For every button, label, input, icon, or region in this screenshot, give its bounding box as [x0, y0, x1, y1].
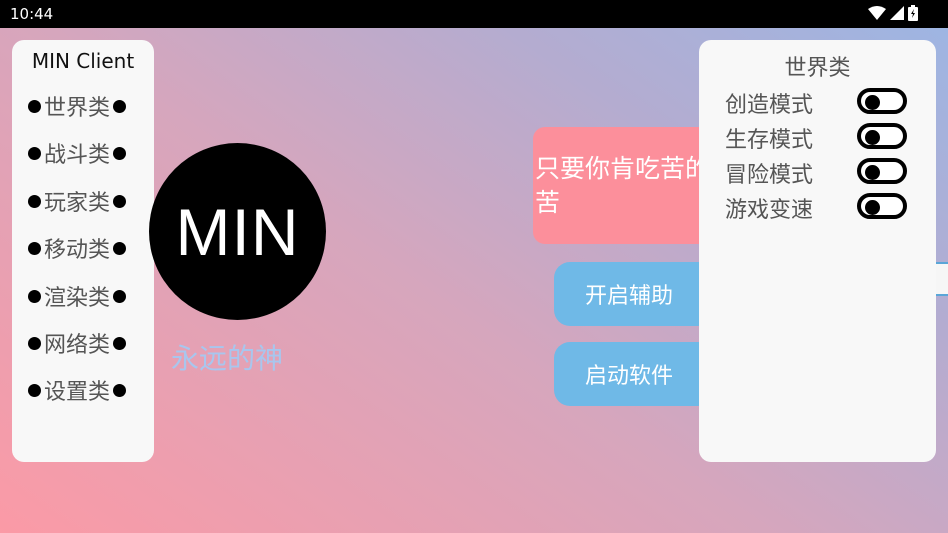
bullet-dot-icon — [113, 194, 127, 208]
bullet-dot-icon — [28, 146, 41, 160]
signal-icon — [890, 6, 904, 20]
category-label: 渲染类 — [44, 286, 111, 311]
edge-input-sliver — [936, 262, 948, 296]
bullet-dot-icon — [28, 194, 41, 208]
world-settings-panel: 世界类 创造模式 生存模式 冒险模式 游戏变速 — [699, 40, 936, 462]
category-label: 世界类 — [44, 96, 111, 121]
status-bar: 10:44 — [0, 0, 948, 28]
button-label: 开启辅助 — [584, 284, 673, 309]
mode-row-game-speed: 游戏变速 — [725, 192, 915, 223]
mode-row-adventure: 冒险模式 — [725, 157, 915, 188]
adventure-mode-toggle[interactable] — [857, 158, 907, 184]
bullet-dot-icon — [113, 383, 127, 397]
creative-mode-toggle[interactable] — [857, 88, 907, 114]
bullet-dot-icon — [28, 383, 41, 397]
mode-label: 冒险模式 — [725, 163, 814, 188]
wifi-icon — [868, 6, 886, 20]
mode-row-creative: 创造模式 — [725, 87, 915, 118]
category-item-world[interactable]: 世界类 — [28, 91, 150, 121]
category-label: 战斗类 — [44, 143, 111, 168]
mode-row-survival: 生存模式 — [725, 122, 915, 153]
battery-icon — [908, 5, 918, 21]
bullet-dot-icon — [113, 99, 127, 113]
toggle-knob — [865, 130, 880, 145]
bullet-dot-icon — [113, 289, 127, 303]
bullet-dot-icon — [28, 99, 41, 113]
bullet-dot-icon — [28, 241, 41, 255]
category-item-combat[interactable]: 战斗类 — [28, 138, 150, 168]
button-label: 启动软件 — [584, 364, 673, 389]
status-icons — [868, 5, 918, 21]
mode-label: 生存模式 — [725, 128, 814, 153]
toggle-knob — [865, 95, 880, 110]
mode-label: 创造模式 — [725, 93, 814, 118]
category-panel: MIN Client 世界类 战斗类 玩家类 移动类 渲染类 网络类 设置类 — [12, 40, 154, 462]
enable-assist-button[interactable]: 开启辅助 — [554, 262, 714, 326]
bullet-dot-icon — [113, 336, 127, 350]
category-label: 移动类 — [44, 238, 111, 263]
logo-text: MIN — [175, 194, 300, 269]
bullet-dot-icon — [113, 146, 127, 160]
panel-title: 世界类 — [784, 56, 851, 81]
category-item-player[interactable]: 玩家类 — [28, 186, 150, 216]
mode-label: 游戏变速 — [725, 198, 814, 223]
category-label: 玩家类 — [44, 191, 111, 216]
game-speed-toggle[interactable] — [857, 193, 907, 219]
toggle-knob — [865, 200, 880, 215]
status-time: 10:44 — [10, 5, 54, 23]
category-item-network[interactable]: 网络类 — [28, 328, 150, 358]
bullet-dot-icon — [28, 336, 41, 350]
category-label: 设置类 — [44, 380, 111, 405]
launch-software-button[interactable]: 启动软件 — [554, 342, 714, 406]
survival-mode-toggle[interactable] — [857, 123, 907, 149]
category-label: 网络类 — [44, 333, 111, 358]
client-title: MIN Client — [31, 49, 135, 73]
category-item-settings[interactable]: 设置类 — [28, 375, 150, 405]
logo-circle: MIN — [149, 143, 326, 320]
slogan-text: 只要你肯吃苦的苦 — [535, 154, 711, 217]
bullet-dot-icon — [28, 289, 41, 303]
bullet-dot-icon — [113, 241, 127, 255]
category-item-movement[interactable]: 移动类 — [28, 233, 150, 263]
toggle-knob — [865, 165, 880, 180]
logo-subtitle: 永远的神 — [171, 342, 284, 375]
category-item-render[interactable]: 渲染类 — [28, 281, 150, 311]
slogan-box: 只要你肯吃苦的苦 — [533, 127, 718, 244]
